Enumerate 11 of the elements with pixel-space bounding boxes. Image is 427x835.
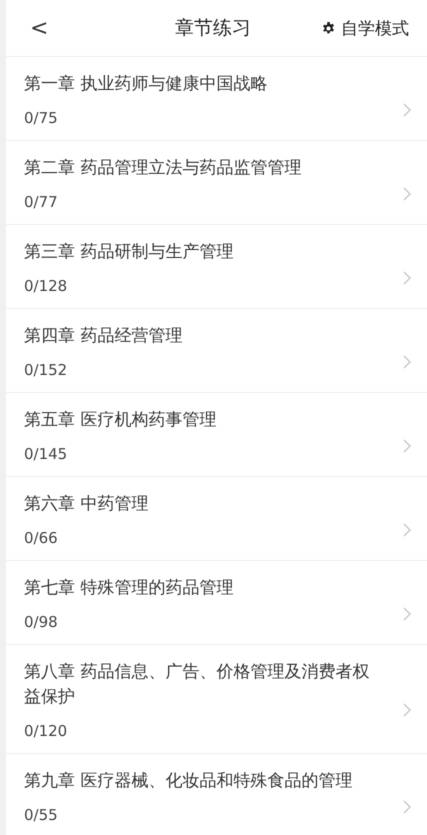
chapter-title: 第二章 药品管理立法与药品监管管理 bbox=[24, 157, 302, 180]
chapter-title: 第九章 医疗器械、化妆品和特殊食品的管理 bbox=[24, 770, 354, 793]
chapter-title: 第一章 执业药师与健康中国战略 bbox=[24, 73, 268, 96]
chapter-title: 第八章 药品信息、广告、价格管理及消费者权益保护 bbox=[24, 661, 370, 709]
chapter-title: 第三章 药品研制与生产管理 bbox=[24, 241, 234, 264]
page-title: 章节练习 bbox=[175, 16, 252, 41]
chapter-title: 第五章 医疗机构药事管理 bbox=[24, 409, 218, 432]
chapter-title: 第四章 药品经营管理 bbox=[24, 325, 184, 348]
chapter-title: 第六章 中药管理 bbox=[24, 493, 150, 516]
chapter-progress: 0/55 bbox=[24, 806, 59, 824]
chapter-title: 第七章 特殊管理的药品管理 bbox=[24, 577, 234, 600]
